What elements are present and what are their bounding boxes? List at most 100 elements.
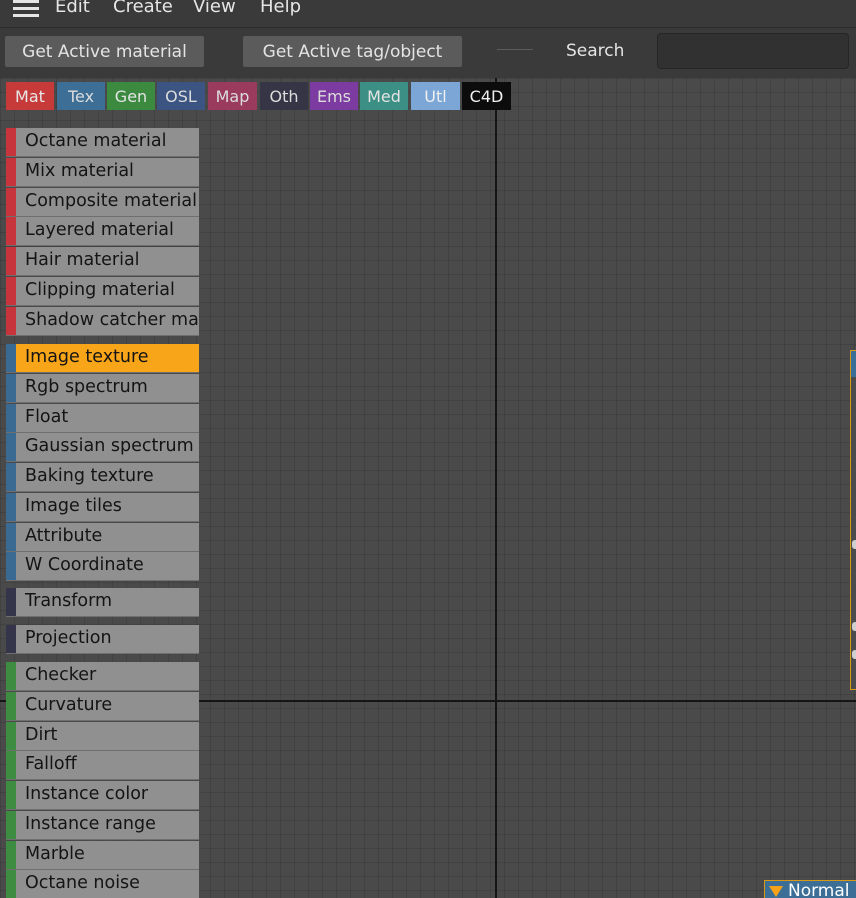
node-item-layered-material[interactable]: Layered material bbox=[6, 217, 199, 247]
node-item-composite-material[interactable]: Composite material bbox=[6, 187, 199, 217]
collapse-triangle-icon[interactable] bbox=[769, 885, 783, 897]
node-item-hair-material[interactable]: Hair material bbox=[6, 247, 199, 276]
category-color-bar bbox=[6, 187, 16, 216]
node-item-label: Gaussian spectrum bbox=[25, 436, 194, 457]
node-item-label: Rgb spectrum bbox=[25, 376, 148, 397]
category-color-bar bbox=[6, 781, 16, 809]
node-item-falloff[interactable]: Falloff bbox=[6, 751, 199, 781]
category-tab-mat[interactable]: Mat bbox=[6, 82, 54, 110]
node-item-float[interactable]: Float bbox=[6, 403, 199, 433]
normal-node[interactable]: Normal bbox=[764, 880, 856, 898]
node-item-gaussian-spectrum[interactable]: Gaussian spectrum bbox=[6, 433, 199, 463]
node-item-label: Transform bbox=[25, 591, 113, 611]
node-item-checker[interactable]: Checker bbox=[6, 662, 199, 691]
node-item-label: Float bbox=[25, 406, 69, 427]
node-item-label: Hair material bbox=[25, 250, 140, 270]
category-color-bar bbox=[6, 870, 16, 898]
category-color-bar bbox=[6, 463, 16, 491]
node-item-w-coordinate[interactable]: W Coordinate bbox=[6, 552, 199, 582]
category-color-bar bbox=[6, 662, 16, 690]
node-item-rgb-spectrum[interactable]: Rgb spectrum bbox=[6, 373, 199, 403]
node-item-label: Layered material bbox=[25, 220, 174, 241]
category-color-bar bbox=[6, 403, 16, 432]
node-item-label: Image texture bbox=[25, 347, 149, 367]
node-item-label: Falloff bbox=[25, 754, 77, 775]
node-item-instance-color[interactable]: Instance color bbox=[6, 781, 199, 810]
category-color-bar bbox=[6, 522, 16, 551]
category-tab-osl[interactable]: OSL bbox=[157, 82, 205, 110]
category-color-bar bbox=[6, 344, 16, 372]
category-color-bar bbox=[6, 691, 16, 720]
node-item-shadow-catcher-material[interactable]: Shadow catcher material bbox=[6, 306, 199, 336]
category-color-bar bbox=[6, 492, 16, 521]
toolbar-divider bbox=[497, 49, 533, 50]
category-color-bar bbox=[6, 247, 16, 275]
node-item-instance-range[interactable]: Instance range bbox=[6, 810, 199, 840]
search-label: Search bbox=[566, 41, 625, 61]
node-input-port[interactable] bbox=[852, 622, 856, 631]
node-item-label: Curvature bbox=[25, 694, 113, 715]
node-item-marble[interactable]: Marble bbox=[6, 840, 199, 870]
node-item-label: Checker bbox=[25, 665, 97, 685]
material-node-header bbox=[851, 351, 856, 377]
node-item-label: Clipping material bbox=[25, 279, 175, 300]
category-tab-oth[interactable]: Oth bbox=[260, 82, 308, 110]
node-item-label: Marble bbox=[25, 843, 85, 864]
node-item-label: Octane noise bbox=[25, 873, 140, 894]
category-color-bar bbox=[6, 588, 16, 616]
category-tab-tex[interactable]: Tex bbox=[57, 82, 105, 110]
category-tab-gen[interactable]: Gen bbox=[107, 82, 155, 110]
node-item-dirt[interactable]: Dirt bbox=[6, 721, 199, 751]
canvas-vertical-axis bbox=[495, 78, 497, 898]
category-color-bar bbox=[6, 810, 16, 839]
node-item-clipping-material[interactable]: Clipping material bbox=[6, 276, 199, 306]
category-color-bar bbox=[6, 433, 16, 462]
node-item-mix-material[interactable]: Mix material bbox=[6, 157, 199, 187]
category-color-bar bbox=[6, 373, 16, 402]
category-tab-med[interactable]: Med bbox=[360, 82, 408, 110]
node-item-label: W Coordinate bbox=[25, 555, 144, 576]
search-input[interactable] bbox=[657, 33, 849, 69]
node-item-label: Baking texture bbox=[25, 466, 154, 486]
category-color-bar bbox=[6, 276, 16, 305]
node-item-projection[interactable]: Projection bbox=[6, 625, 199, 654]
node-item-baking-texture[interactable]: Baking texture bbox=[6, 463, 199, 492]
node-item-curvature[interactable]: Curvature bbox=[6, 691, 199, 721]
category-color-bar bbox=[6, 840, 16, 869]
node-item-label: Image tiles bbox=[25, 495, 122, 516]
node-item-label: Shadow catcher material bbox=[25, 309, 199, 330]
category-tab-utl[interactable]: Utl bbox=[411, 82, 460, 110]
get-active-material-button[interactable]: Get Active material bbox=[5, 36, 204, 67]
material-node[interactable] bbox=[850, 350, 856, 690]
node-item-transform[interactable]: Transform bbox=[6, 588, 199, 617]
category-color-bar bbox=[6, 552, 16, 581]
node-input-port[interactable] bbox=[852, 650, 856, 659]
toolbar: Get Active material Get Active tag/objec… bbox=[0, 28, 856, 78]
node-item-label: Dirt bbox=[25, 724, 58, 745]
hamburger-menu-icon[interactable] bbox=[13, 0, 39, 20]
get-active-tag-object-button[interactable]: Get Active tag/object bbox=[243, 36, 462, 67]
category-color-bar bbox=[6, 625, 16, 653]
node-item-octane-material[interactable]: Octane material bbox=[6, 128, 199, 157]
menu-help[interactable]: Help bbox=[260, 0, 301, 17]
menu-create[interactable]: Create bbox=[113, 0, 173, 17]
node-item-label: Octane material bbox=[25, 131, 167, 151]
node-item-label: Instance color bbox=[25, 784, 149, 804]
category-tab-map[interactable]: Map bbox=[208, 82, 257, 110]
menu-edit[interactable]: Edit bbox=[55, 0, 90, 17]
node-item-image-texture[interactable]: Image texture bbox=[6, 344, 199, 373]
node-input-port[interactable] bbox=[852, 540, 856, 549]
node-item-image-tiles[interactable]: Image tiles bbox=[6, 492, 199, 522]
node-item-label: Projection bbox=[25, 628, 112, 648]
category-tab-ems[interactable]: Ems bbox=[310, 82, 358, 110]
node-item-octane-noise[interactable]: Octane noise bbox=[6, 870, 199, 898]
node-item-attribute[interactable]: Attribute bbox=[6, 522, 199, 552]
category-tab-c4d[interactable]: C4D bbox=[462, 82, 511, 110]
node-item-label: Instance range bbox=[25, 813, 156, 834]
category-color-bar bbox=[6, 157, 16, 186]
category-color-bar bbox=[6, 306, 16, 335]
menu-view[interactable]: View bbox=[193, 0, 236, 17]
octane-node-editor: Edit Create View Help Get Active materia… bbox=[0, 0, 856, 898]
node-item-label: Mix material bbox=[25, 160, 134, 181]
category-color-bar bbox=[6, 721, 16, 750]
